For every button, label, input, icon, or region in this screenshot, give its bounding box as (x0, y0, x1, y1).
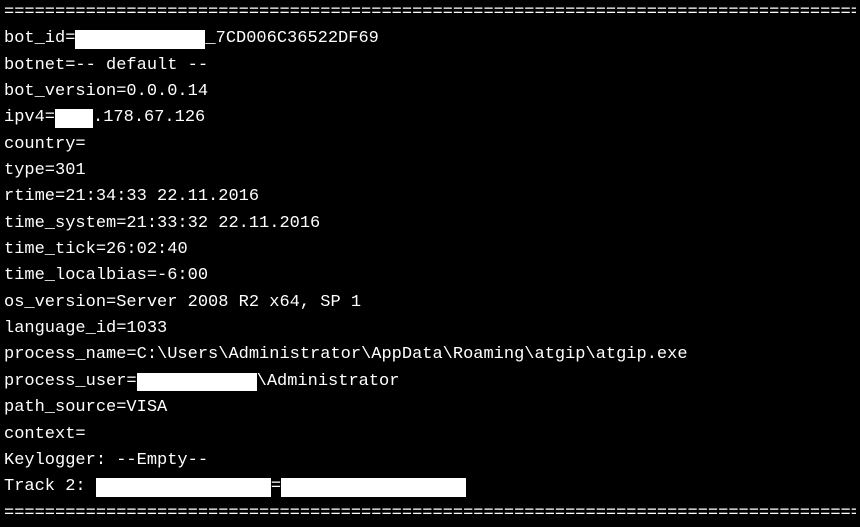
time-tick-key: time_tick= (4, 237, 106, 263)
track2-mid: = (271, 474, 281, 500)
process-user-suffix: \Administrator (257, 369, 400, 395)
type-line: type=301 (4, 158, 856, 184)
redacted-block (75, 30, 205, 49)
top-divider: ========================================… (4, 0, 856, 26)
bot-id-suffix: _7CD006C36522DF69 (205, 26, 378, 52)
os-version-val: Server 2008 R2 x64, SP 1 (116, 290, 361, 316)
track2-line: Track 2: = (4, 474, 856, 500)
keylogger-key: Keylogger: (4, 448, 116, 474)
bottom-divider: ========================================… (4, 501, 856, 527)
country-key: country= (4, 132, 86, 158)
time-localbias-line: time_localbias=-6:00 (4, 263, 856, 289)
process-name-val: C:\Users\Administrator\AppData\Roaming\a… (137, 342, 688, 368)
os-version-line: os_version=Server 2008 R2 x64, SP 1 (4, 290, 856, 316)
redacted-block (55, 109, 93, 128)
path-source-key: path_source= (4, 395, 126, 421)
bot-version-val: 0.0.0.14 (126, 79, 208, 105)
path-source-line: path_source=VISA (4, 395, 856, 421)
botnet-key: botnet= (4, 53, 75, 79)
time-localbias-key: time_localbias= (4, 263, 157, 289)
process-name-key: process_name= (4, 342, 137, 368)
time-tick-val: 26:02:40 (106, 237, 188, 263)
time-system-val: 21:33:32 22.11.2016 (126, 211, 320, 237)
redacted-block (137, 373, 257, 392)
bot-id-key: bot_id= (4, 26, 75, 52)
bot-version-key: bot_version= (4, 79, 126, 105)
type-val: 301 (55, 158, 86, 184)
bot-id-line: bot_id= _7CD006C36522DF69 (4, 26, 856, 52)
time-system-line: time_system=21:33:32 22.11.2016 (4, 211, 856, 237)
bot-version-line: bot_version=0.0.0.14 (4, 79, 856, 105)
ipv4-key: ipv4= (4, 105, 55, 131)
rtime-line: rtime=21:34:33 22.11.2016 (4, 184, 856, 210)
type-key: type= (4, 158, 55, 184)
os-version-key: os_version= (4, 290, 116, 316)
country-line: country= (4, 132, 856, 158)
process-name-line: process_name=C:\Users\Administrator\AppD… (4, 342, 856, 368)
time-system-key: time_system= (4, 211, 126, 237)
keylogger-val: --Empty-- (116, 448, 208, 474)
process-user-key: process_user= (4, 369, 137, 395)
time-tick-line: time_tick=26:02:40 (4, 237, 856, 263)
process-user-line: process_user= \Administrator (4, 369, 856, 395)
botnet-line: botnet=-- default -- (4, 53, 856, 79)
language-id-val: 1033 (126, 316, 167, 342)
ipv4-line: ipv4= .178.67.126 (4, 105, 856, 131)
track2-key: Track 2: (4, 474, 96, 500)
context-key: context= (4, 422, 86, 448)
language-id-key: language_id= (4, 316, 126, 342)
language-id-line: language_id=1033 (4, 316, 856, 342)
botnet-val: -- default -- (75, 53, 208, 79)
rtime-key: rtime= (4, 184, 65, 210)
path-source-val: VISA (126, 395, 167, 421)
redacted-block (96, 478, 271, 497)
ipv4-suffix: .178.67.126 (93, 105, 205, 131)
redacted-block (281, 478, 466, 497)
terminal-output: ========================================… (0, 0, 860, 527)
context-line: context= (4, 422, 856, 448)
time-localbias-val: -6:00 (157, 263, 208, 289)
keylogger-line: Keylogger: --Empty-- (4, 448, 856, 474)
rtime-val: 21:34:33 22.11.2016 (65, 184, 259, 210)
